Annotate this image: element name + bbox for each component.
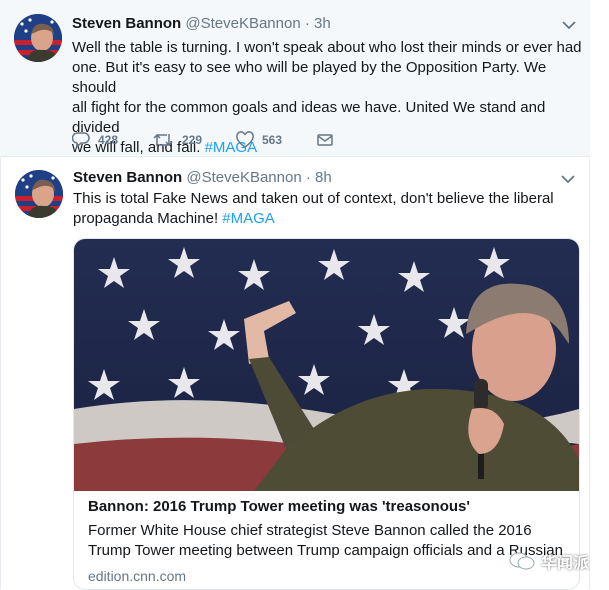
tweet-header: Steven Bannon @SteveKBannon · 8h <box>73 168 549 188</box>
tweet-actions: 428 229 563 <box>72 131 472 151</box>
avatar[interactable] <box>15 170 63 218</box>
author-handle[interactable]: @SteveKBannon <box>185 15 300 32</box>
tweet-text-line: Well the table is turning. I won't speak… <box>72 39 582 56</box>
timestamp[interactable]: 8h <box>315 169 332 186</box>
separator-dot: · <box>305 169 311 186</box>
tweet-2[interactable]: Steven Bannon @SteveKBannon · 8h This is… <box>0 158 590 590</box>
avatar[interactable] <box>14 14 62 62</box>
card-title[interactable]: Bannon: 2016 Trump Tower meeting was 'tr… <box>88 497 568 517</box>
tweet-text: This is total Fake News and taken out of… <box>73 189 583 229</box>
chevron-down-icon[interactable] <box>561 174 575 184</box>
direct-message-icon <box>317 134 333 146</box>
reply-button[interactable]: 428 <box>72 131 118 149</box>
like-count: 563 <box>262 133 283 147</box>
link-card[interactable]: Bannon: 2016 Trump Tower meeting was 'tr… <box>73 238 580 590</box>
reply-icon <box>72 132 90 149</box>
like-icon <box>236 131 254 148</box>
separator-dot: · <box>304 15 310 32</box>
tweet-text-line: one. But it's easy to see who will be pl… <box>72 59 547 96</box>
timestamp[interactable]: 3h <box>314 15 331 32</box>
like-button[interactable]: 563 <box>236 131 282 149</box>
tweet-1[interactable]: Steven Bannon @SteveKBannon · 3h Well th… <box>0 0 590 157</box>
direct-message-button[interactable] <box>316 131 334 149</box>
card-image[interactable] <box>74 239 579 491</box>
hashtag-link[interactable]: #MAGA <box>222 210 275 227</box>
chevron-down-icon[interactable] <box>562 20 576 30</box>
chat-bubbles-icon <box>509 552 535 570</box>
author-name[interactable]: Steven Bannon <box>72 15 181 32</box>
reply-count: 428 <box>98 133 119 147</box>
card-description: Former White House chief strategist Stev… <box>88 522 563 559</box>
watermark: 华闻派 <box>509 549 589 573</box>
card-domain: edition.cnn.com <box>88 568 187 584</box>
tweet-text-line: propaganda Machine! <box>73 210 219 227</box>
tweet-text-line: This is total Fake News and taken out of… <box>73 190 554 207</box>
author-name[interactable]: Steven Bannon <box>73 169 182 186</box>
author-handle[interactable]: @SteveKBannon <box>186 169 301 186</box>
watermark-text: 华闻派 <box>540 555 589 572</box>
card-body: Bannon: 2016 Trump Tower meeting was 'tr… <box>88 497 568 585</box>
retweet-icon <box>153 133 173 147</box>
retweet-count: 229 <box>182 133 203 147</box>
tweet-header: Steven Bannon @SteveKBannon · 3h <box>72 14 550 34</box>
retweet-button[interactable]: 229 <box>152 131 202 149</box>
